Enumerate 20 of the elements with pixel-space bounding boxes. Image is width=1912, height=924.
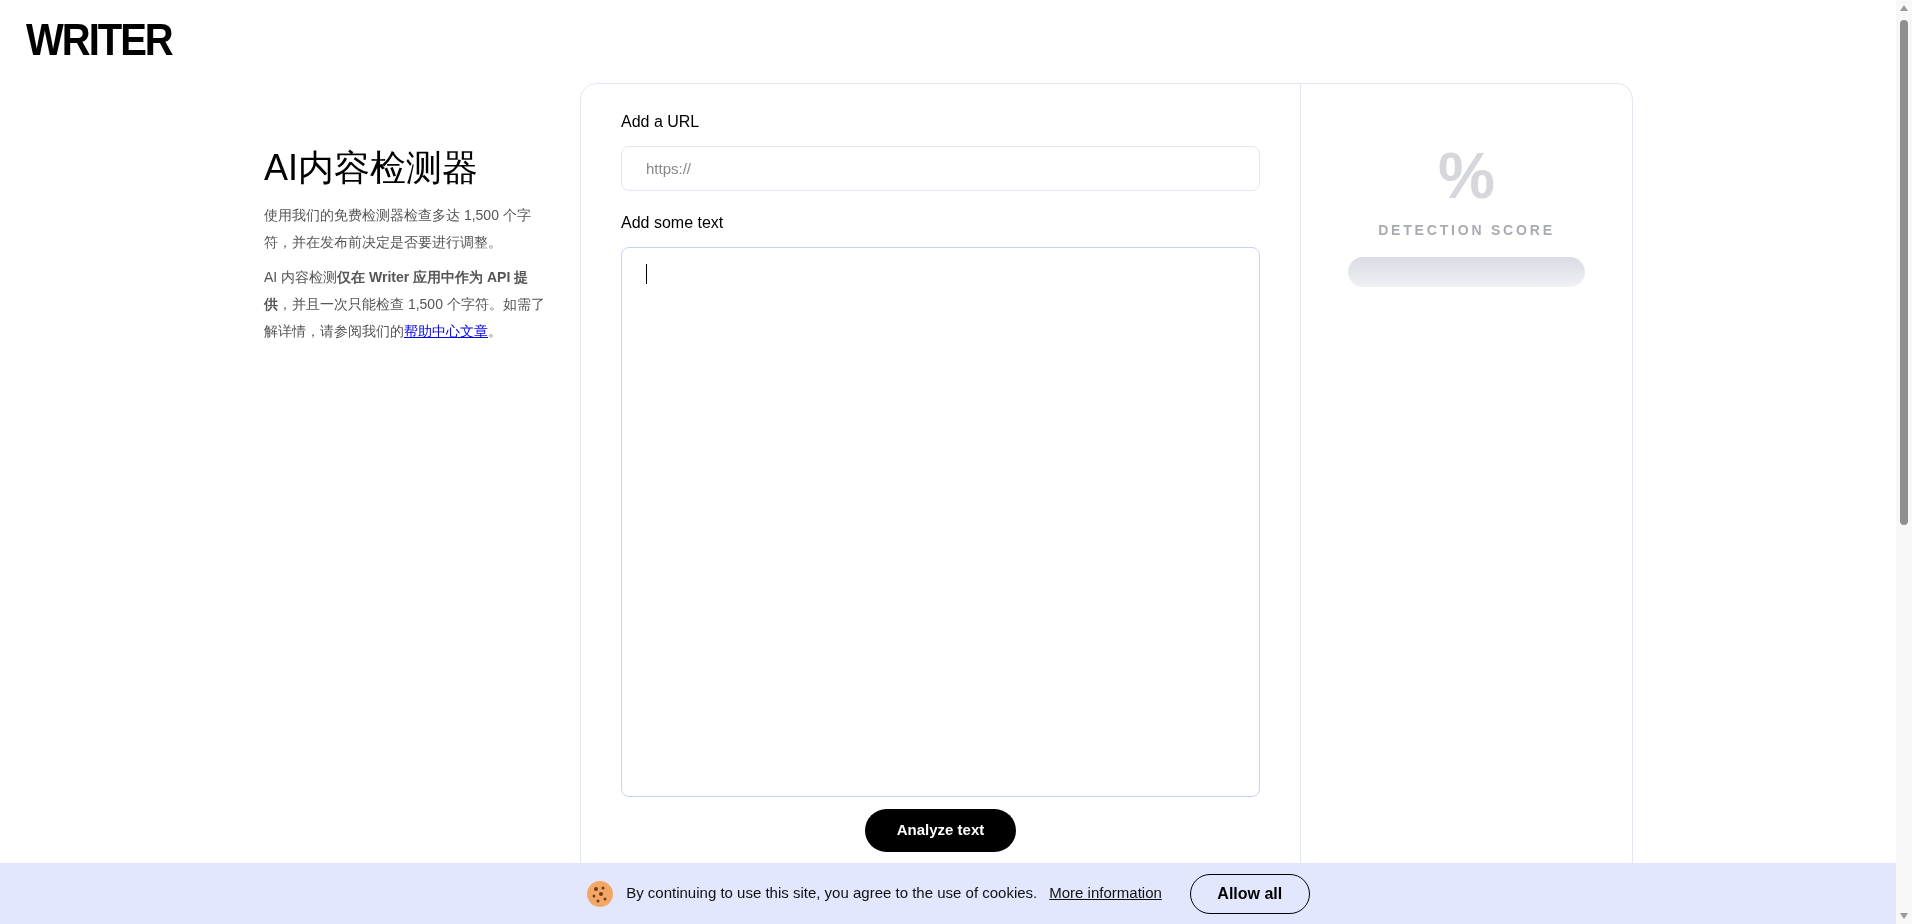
- cookie-icon: [586, 879, 615, 908]
- url-label: Add a URL: [621, 112, 701, 132]
- scroll-down-icon[interactable]: [1899, 912, 1909, 920]
- help-link[interactable]: 帮助中心文章: [404, 323, 488, 339]
- detection-score-label: DETECTION SCORE: [1378, 221, 1555, 240]
- url-field[interactable]: https://: [621, 146, 1260, 191]
- percent-symbol: %: [1438, 144, 1495, 208]
- scroll-up-icon[interactable]: [1899, 4, 1909, 12]
- logo[interactable]: WRITER: [26, 18, 172, 62]
- text-cursor: [646, 264, 647, 284]
- text-label: Add some text: [621, 213, 725, 233]
- analyze-button[interactable]: Analyze text: [864, 809, 1017, 852]
- cookie-message: By continuing to use this site, you agree to the use of cookies.: [626, 883, 1038, 904]
- scrollbar-thumb[interactable]: [1900, 20, 1908, 525]
- scrollbar[interactable]: [1896, 0, 1912, 924]
- text-area-field[interactable]: [621, 247, 1260, 797]
- more-information-link[interactable]: More information: [1049, 882, 1162, 905]
- intro-paragraph: 使用我们的免费检测器检查多达 1,500 个字符，并在发布前决定是否要进行调整。: [264, 206, 532, 252]
- page-title: AI内容检测器: [264, 146, 479, 190]
- note-paragraph: AI 内容检测仅在 Writer 应用中作为 API 提供，并且一次只能检查 1,500 个字符。如需了解详情，请参阅我们的帮助中心文章。: [264, 268, 546, 341]
